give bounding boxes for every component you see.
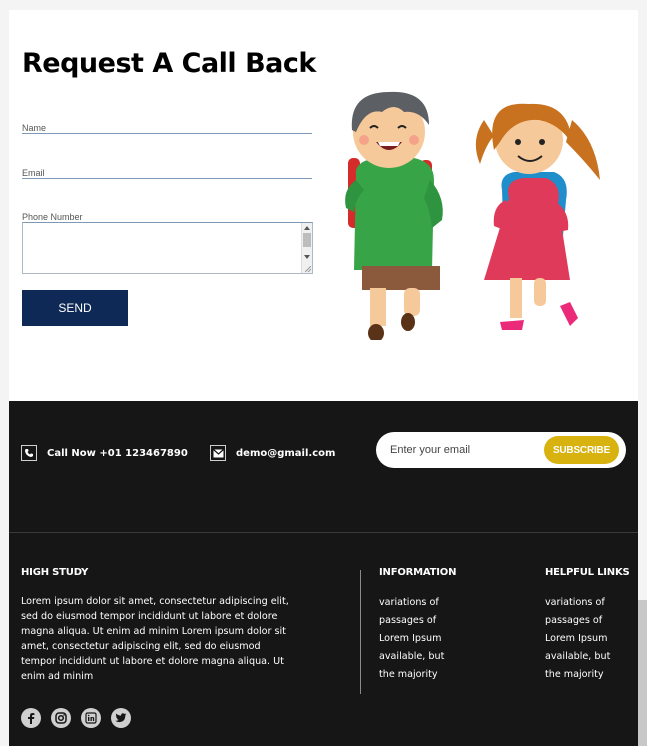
subscribe-button[interactable]: SUBSCRIBE	[544, 436, 619, 464]
about-column-title: HIGH STUDY	[21, 567, 89, 578]
contact-email[interactable]: demo@gmail.com	[210, 445, 335, 461]
helpful-links-column-title: HELPFUL LINKS	[545, 567, 630, 578]
page-title: Request A Call Back	[22, 48, 316, 79]
page-scrollbar[interactable]	[638, 600, 647, 746]
email-field-label: Email	[22, 168, 45, 178]
send-button[interactable]: SEND	[22, 290, 128, 326]
instagram-icon[interactable]	[51, 708, 71, 728]
information-links: variations of passages of Lorem Ipsum av…	[379, 594, 469, 684]
information-link[interactable]: passages of	[379, 612, 469, 630]
about-column-text: Lorem ipsum dolor sit amet, consectetur …	[21, 596, 289, 682]
name-field[interactable]: Name	[22, 123, 312, 134]
facebook-icon[interactable]	[21, 708, 41, 728]
contact-email-text: demo@gmail.com	[236, 447, 336, 459]
helpful-link[interactable]: the majority	[545, 666, 635, 684]
scroll-down-arrow-icon[interactable]	[304, 255, 310, 259]
helpful-link[interactable]: Lorem Ipsum	[545, 630, 635, 648]
subscribe-form: SUBSCRIBE	[376, 432, 626, 468]
contact-phone[interactable]: Call Now +01 123467890	[21, 445, 188, 461]
linkedin-icon[interactable]	[81, 708, 101, 728]
column-separator	[360, 570, 361, 694]
subscribe-email-input[interactable]	[390, 441, 530, 459]
phone-icon	[21, 445, 37, 461]
girl-figure	[475, 103, 600, 330]
footer-divider	[9, 532, 638, 533]
scroll-thumb[interactable]	[303, 233, 311, 247]
kids-illustration	[345, 91, 600, 340]
resize-grip-icon[interactable]	[305, 266, 311, 272]
site-footer: Call Now +01 123467890 demo@gmail.com SU…	[9, 401, 638, 746]
phone-number-field[interactable]: Phone Number	[22, 212, 312, 222]
boy-figure	[345, 91, 443, 340]
page-top-strip	[0, 0, 647, 10]
scroll-up-arrow-icon[interactable]	[304, 226, 310, 230]
helpful-link[interactable]: passages of	[545, 612, 635, 630]
callback-form-section: Request A Call Back Name Email Phone Num…	[9, 10, 638, 401]
helpful-link[interactable]: available, but	[545, 648, 635, 666]
contact-phone-text: Call Now +01 123467890	[47, 447, 188, 459]
information-link[interactable]: available, but	[379, 648, 469, 666]
information-column-title: INFORMATION	[379, 567, 457, 578]
phone-number-textarea[interactable]	[22, 222, 313, 274]
email-field[interactable]: Email	[22, 168, 312, 179]
phone-number-field-label: Phone Number	[22, 212, 83, 222]
twitter-icon[interactable]	[111, 708, 131, 728]
helpful-links: variations of passages of Lorem Ipsum av…	[545, 594, 635, 684]
information-link[interactable]: variations of	[379, 594, 469, 612]
name-field-label: Name	[22, 123, 47, 133]
social-links	[21, 708, 131, 728]
information-link[interactable]: the majority	[379, 666, 469, 684]
information-link[interactable]: Lorem Ipsum	[379, 630, 469, 648]
mail-icon	[210, 445, 226, 461]
helpful-link[interactable]: variations of	[545, 594, 635, 612]
